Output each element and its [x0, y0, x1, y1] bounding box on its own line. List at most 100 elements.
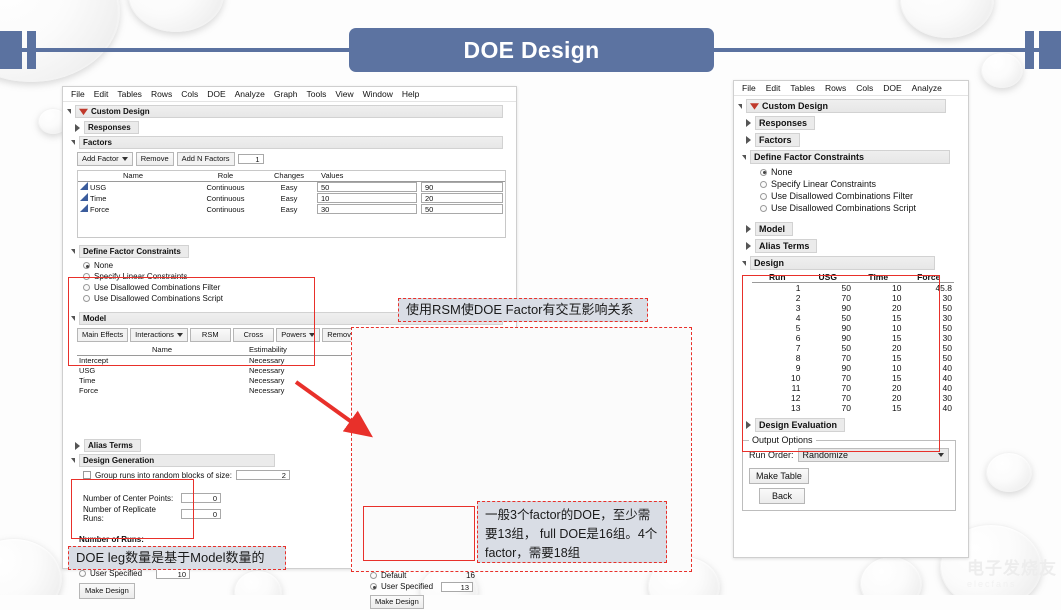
menu-analyze[interactable]: Analyze — [235, 89, 265, 99]
run-order-select[interactable]: Randomize — [797, 448, 949, 462]
menu-rows[interactable]: Rows — [151, 89, 172, 99]
rsm-button[interactable]: RSM — [189, 328, 231, 342]
table-row[interactable]: 10 70 15 40 — [752, 373, 954, 383]
menu-cols[interactable]: Cols — [856, 83, 873, 93]
outline-model[interactable]: Model — [746, 222, 964, 236]
cross-button[interactable]: Cross — [232, 328, 275, 342]
make-design-button[interactable]: Make Design — [370, 595, 424, 609]
design-table[interactable]: Run USG Time Force 1 50 10 45.8 2 70 10 30 3 90… — [752, 272, 954, 413]
outline-factors[interactable]: Factors — [746, 133, 964, 147]
user-specified-runs-input[interactable]: 13 — [441, 581, 473, 592]
factor-high-input[interactable]: 50 — [421, 204, 503, 214]
constraint-option-disallowed-script[interactable]: Use Disallowed Combinations Script — [760, 202, 964, 214]
disclosure-closed-icon[interactable] — [746, 421, 751, 429]
constraint-option-none[interactable]: None — [83, 260, 512, 271]
radio-icon[interactable] — [370, 572, 377, 579]
table-row[interactable]: 11 70 20 40 — [752, 383, 954, 393]
outline-custom-design[interactable]: Custom Design — [738, 99, 964, 113]
menu-tables[interactable]: Tables — [790, 83, 815, 93]
disclosure-closed-icon[interactable] — [75, 123, 80, 132]
factor-table[interactable]: Name Role Changes Values USG Continuous … — [77, 170, 506, 238]
make-table-button[interactable]: Make Table — [749, 468, 809, 484]
left-menu-bar[interactable]: File Edit Tables Rows Cols DOE Analyze G… — [63, 87, 516, 102]
right-menu-bar[interactable]: File Edit Tables Rows Cols DOE Analyze — [734, 81, 968, 96]
back-button[interactable]: Back — [759, 488, 806, 504]
radio-icon[interactable] — [760, 180, 767, 188]
outline-custom-design[interactable]: Custom Design — [67, 105, 512, 118]
outline-design-evaluation[interactable]: Design Evaluation — [746, 418, 964, 432]
outline-responses[interactable]: Responses — [75, 121, 512, 134]
menu-window[interactable]: Window — [363, 89, 393, 99]
red-triangle-icon[interactable] — [750, 103, 759, 110]
center-points-input[interactable]: 0 — [181, 493, 221, 503]
table-row[interactable]: 1 50 10 45.8 — [752, 283, 954, 294]
menu-tables[interactable]: Tables — [117, 89, 142, 99]
disclosure-open-icon[interactable] — [67, 109, 71, 114]
disclosure-open-icon[interactable] — [71, 458, 75, 463]
radio-icon[interactable] — [760, 192, 767, 200]
group-runs-checkbox[interactable] — [83, 471, 91, 479]
n-factors-input[interactable]: 1 — [237, 154, 264, 164]
table-row[interactable]: 3 90 20 50 — [752, 303, 954, 313]
powers-button[interactable]: Powers — [276, 328, 321, 342]
radio-icon[interactable] — [83, 273, 90, 280]
disclosure-open-icon[interactable] — [71, 249, 75, 254]
block-size-input[interactable]: 2 — [235, 470, 290, 480]
factor-low-input[interactable]: 50 — [317, 182, 417, 192]
outline-responses[interactable]: Responses — [746, 116, 964, 130]
table-row[interactable]: 9 90 10 40 — [752, 363, 954, 373]
remove-factor-button[interactable]: Remove — [135, 152, 174, 166]
menu-graph[interactable]: Graph — [274, 89, 298, 99]
main-effects-button[interactable]: Main Effects — [77, 328, 129, 342]
outline-design[interactable]: Design — [742, 256, 964, 270]
table-row[interactable]: 5 90 10 50 — [752, 323, 954, 333]
factor-low-input[interactable]: 10 — [317, 193, 417, 203]
outline-alias-terms[interactable]: Alias Terms — [746, 239, 964, 253]
replicate-runs-input[interactable]: 0 — [181, 509, 221, 519]
disclosure-open-icon[interactable] — [742, 260, 746, 266]
menu-doe[interactable]: DOE — [883, 83, 901, 93]
add-factor-button[interactable]: Add Factor — [77, 152, 133, 166]
menu-analyze[interactable]: Analyze — [912, 83, 942, 93]
disclosure-open-icon[interactable] — [71, 140, 75, 145]
disclosure-open-icon[interactable] — [742, 154, 746, 160]
radio-icon[interactable] — [370, 583, 377, 590]
menu-edit[interactable]: Edit — [94, 89, 109, 99]
table-row[interactable]: 4 50 15 30 — [752, 313, 954, 323]
table-row[interactable]: Time Continuous Easy 10 20 — [78, 193, 505, 204]
disclosure-closed-icon[interactable] — [746, 136, 751, 144]
outline-define-factor-constraints[interactable]: Define Factor Constraints — [742, 150, 964, 164]
constraint-option-disallowed-filter[interactable]: Use Disallowed Combinations Filter — [83, 282, 512, 293]
disclosure-closed-icon[interactable] — [746, 119, 751, 127]
menu-file[interactable]: File — [71, 89, 85, 99]
constraint-option-specify-linear[interactable]: Specify Linear Constraints — [760, 178, 964, 190]
factor-high-input[interactable]: 20 — [421, 193, 503, 203]
table-row[interactable]: Force Continuous Easy 30 50 — [78, 204, 505, 215]
radio-icon[interactable] — [79, 570, 86, 577]
menu-rows[interactable]: Rows — [825, 83, 846, 93]
table-row[interactable]: USG Continuous Easy 50 90 — [78, 182, 505, 194]
disclosure-closed-icon[interactable] — [746, 242, 751, 250]
constraint-option-none[interactable]: None — [760, 166, 964, 178]
table-row[interactable]: 8 70 15 50 — [752, 353, 954, 363]
menu-file[interactable]: File — [742, 83, 756, 93]
disclosure-open-icon[interactable] — [738, 103, 742, 109]
add-n-factors-button[interactable]: Add N Factors — [176, 152, 235, 166]
constraint-option-specify-linear[interactable]: Specify Linear Constraints — [83, 271, 512, 282]
radio-icon[interactable] — [760, 168, 767, 176]
disclosure-closed-icon[interactable] — [746, 225, 751, 233]
outline-factors[interactable]: Factors — [71, 136, 512, 149]
factor-high-input[interactable]: 90 — [421, 182, 503, 192]
radio-icon[interactable] — [83, 295, 90, 302]
table-row[interactable]: 6 90 15 30 — [752, 333, 954, 343]
right-custom-design-window[interactable]: File Edit Tables Rows Cols DOE Analyze C… — [733, 80, 969, 558]
menu-tools[interactable]: Tools — [307, 89, 327, 99]
constraint-option-disallowed-filter[interactable]: Use Disallowed Combinations Filter — [760, 190, 964, 202]
red-triangle-icon[interactable] — [79, 108, 88, 116]
disclosure-closed-icon[interactable] — [75, 441, 80, 450]
radio-icon[interactable] — [83, 284, 90, 291]
table-row[interactable]: 13 70 15 40 — [752, 403, 954, 413]
table-row[interactable]: 2 70 10 30 — [752, 293, 954, 303]
runs-option-user-specified[interactable]: User Specified 13 — [370, 581, 488, 592]
table-row[interactable]: 12 70 20 30 — [752, 393, 954, 403]
